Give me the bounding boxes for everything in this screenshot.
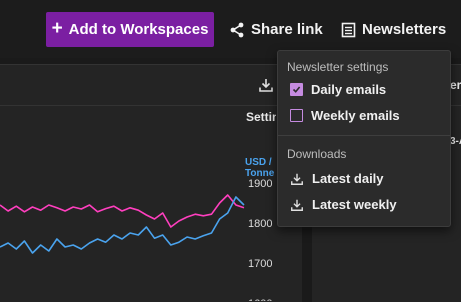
latest-weekly-download[interactable]: Latest weekly xyxy=(290,197,397,212)
y-tick-label: 1800 xyxy=(248,218,272,230)
download-icon xyxy=(291,199,303,211)
dropdown-divider xyxy=(278,135,450,136)
y-tick-label: 1900 xyxy=(248,178,272,190)
weekly-emails-checkbox[interactable] xyxy=(290,109,303,122)
newsletters-label: Newsletters xyxy=(362,21,447,38)
daily-emails-option[interactable]: Daily emails xyxy=(290,82,386,97)
add-to-workspaces-label: Add to Workspaces xyxy=(68,21,209,38)
newsletter-settings-heading: Newsletter settings xyxy=(287,60,389,74)
newsletter-icon xyxy=(341,22,356,37)
price-chart: USD / Tonne 1900180017001600 xyxy=(0,157,275,301)
download-icon[interactable] xyxy=(258,77,274,93)
secondary-panel-title: er xyxy=(450,78,461,92)
downloads-heading: Downloads xyxy=(287,147,347,161)
share-link-button[interactable]: Share link xyxy=(229,12,323,47)
weekly-emails-label: Weekly emails xyxy=(311,108,400,123)
chart-ylabel-line1: USD / xyxy=(245,157,272,168)
latest-daily-label: Latest daily xyxy=(312,171,384,186)
add-to-workspaces-button[interactable]: + Add to Workspaces xyxy=(46,12,214,47)
daily-emails-label: Daily emails xyxy=(311,82,387,97)
share-link-label: Share link xyxy=(251,21,323,38)
download-icon xyxy=(291,173,303,185)
chart-panel-header xyxy=(0,65,302,106)
checkmark-icon xyxy=(292,86,301,93)
plus-icon: + xyxy=(51,18,63,39)
newsletters-dropdown: Newsletter settings Daily emails Weekly … xyxy=(277,50,451,227)
y-tick-label: 1700 xyxy=(248,258,272,270)
series-line-1 xyxy=(0,196,245,254)
newsletters-button[interactable]: Newsletters xyxy=(341,12,446,47)
daily-emails-checkbox[interactable] xyxy=(290,83,303,96)
latest-daily-download[interactable]: Latest daily xyxy=(290,171,384,186)
series-line-0 xyxy=(0,194,245,228)
weekly-emails-option[interactable]: Weekly emails xyxy=(290,108,400,123)
share-icon xyxy=(230,22,244,37)
chart-settings-tab[interactable]: Settings xyxy=(246,110,276,124)
secondary-panel-value: 3-A xyxy=(450,136,461,147)
latest-weekly-label: Latest weekly xyxy=(312,197,397,212)
